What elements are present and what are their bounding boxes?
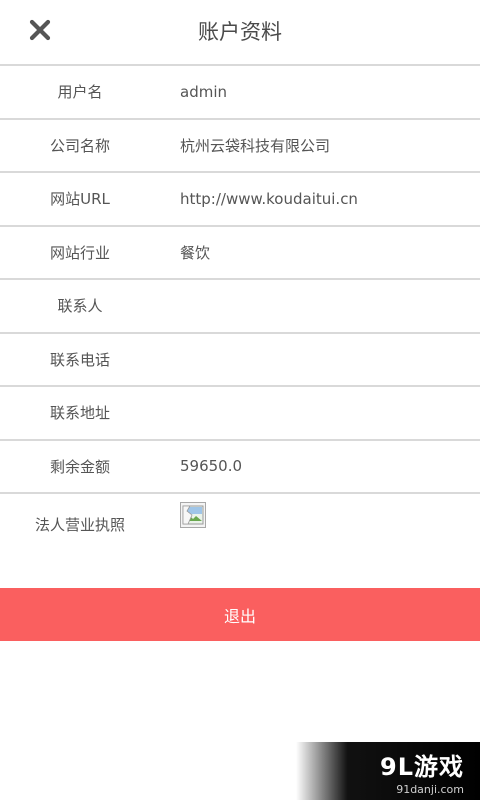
- row-value: 餐饮: [180, 243, 211, 262]
- row-value: 杭州云袋科技有限公司: [180, 136, 331, 155]
- row-label: 网站行业: [49, 243, 110, 262]
- watermark-url: 91danji.com: [396, 782, 464, 796]
- row-value: http://www.koudaitui.cn: [180, 189, 358, 208]
- row-label: 剩余金额: [49, 457, 110, 476]
- row-label: 公司名称: [49, 136, 110, 155]
- row-contact-person: 联系人: [0, 280, 480, 334]
- row-label: 联系电话: [49, 350, 110, 369]
- row-contact-phone: 联系电话: [0, 334, 480, 387]
- business-license-image[interactable]: [180, 502, 206, 528]
- broken-image-icon: [182, 505, 204, 525]
- row-company-name: 公司名称 杭州云袋科技有限公司: [0, 120, 480, 173]
- row-value: 59650.0: [180, 457, 243, 476]
- watermark-logo: 9L游戏: [380, 752, 464, 781]
- row-label: 用户名: [57, 83, 103, 102]
- row-label: 联系地址: [49, 404, 110, 423]
- row-value: admin: [180, 82, 227, 101]
- header-bar: 账户资料: [0, 0, 480, 66]
- watermark: 9L游戏 91danji.com: [296, 742, 480, 800]
- row-business-license: 法人营业执照: [0, 494, 480, 588]
- row-label: 联系人: [57, 297, 103, 316]
- page-title: 账户资料: [198, 20, 282, 44]
- logout-button[interactable]: 退出: [0, 588, 480, 641]
- row-industry: 网站行业 餐饮: [0, 227, 480, 280]
- row-label: 法人营业执照: [34, 516, 125, 534]
- row-balance: 剩余金额 59650.0: [0, 441, 480, 494]
- row-label: 网站URL: [50, 190, 110, 209]
- row-website-url: 网站URL http://www.koudaitui.cn: [0, 173, 480, 227]
- account-info-list: 用户名 admin 公司名称 杭州云袋科技有限公司 网站URL http://w…: [0, 66, 480, 588]
- row-username: 用户名 admin: [0, 66, 480, 120]
- row-contact-address: 联系地址: [0, 387, 480, 441]
